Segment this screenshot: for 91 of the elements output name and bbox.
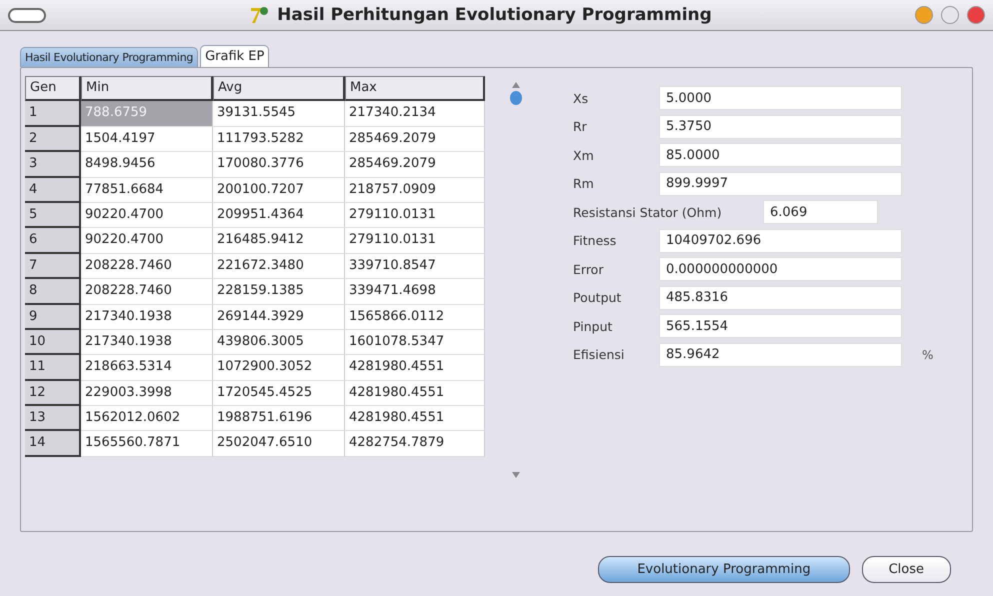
table-cell[interactable]: 77851.6684: [81, 178, 213, 203]
field-label: Rr: [573, 119, 588, 134]
minimize-button[interactable]: [915, 6, 933, 24]
value-field[interactable]: 565.1554: [659, 314, 902, 338]
table-cell[interactable]: 4281980.4551: [345, 406, 485, 432]
table-cell[interactable]: 111793.5282: [213, 126, 345, 152]
column-header[interactable]: Min: [81, 76, 213, 102]
row-header: 13: [25, 406, 81, 432]
unit-label: %: [922, 348, 934, 362]
app-icon: [249, 5, 270, 25]
table-cell[interactable]: 221672.3480: [213, 254, 345, 280]
toolbar-toggle-button[interactable]: [8, 8, 46, 22]
table-cell[interactable]: 1720545.4525: [213, 380, 345, 406]
field-label: Xm: [573, 148, 595, 162]
table-cell[interactable]: 170080.3776: [213, 152, 345, 178]
table-cell[interactable]: 1562012.0602: [81, 406, 213, 432]
table-cell[interactable]: 1988751.6196: [213, 406, 345, 432]
table-cell[interactable]: 339471.4698: [345, 279, 485, 305]
row-header: 4: [25, 178, 81, 203]
table-cell[interactable]: 279110.0131: [345, 202, 485, 228]
table-cell[interactable]: 4281980.4551: [345, 380, 485, 406]
table-cell[interactable]: 39131.5545: [213, 101, 345, 127]
table-cell[interactable]: 90220.4700: [81, 228, 213, 254]
table-cell[interactable]: 217340.1938: [81, 330, 213, 356]
value-field[interactable]: 85.9642: [659, 342, 902, 366]
table-cell[interactable]: 1072900.3052: [213, 355, 345, 381]
table-cell[interactable]: 4281980.4551: [345, 355, 485, 381]
column-header[interactable]: Gen: [25, 76, 81, 102]
field-label: Efisiensi: [573, 347, 626, 362]
row-header: 5: [25, 202, 81, 228]
column-header[interactable]: Avg: [213, 76, 345, 102]
table-cell[interactable]: 228159.1385: [213, 279, 345, 305]
table-cell[interactable]: 1601078.5347: [345, 330, 485, 356]
value-field[interactable]: 5.0000: [659, 86, 902, 110]
table-cell[interactable]: 216485.9412: [213, 228, 345, 254]
close-button[interactable]: Close: [862, 556, 951, 583]
table-cell[interactable]: 218663.5314: [81, 355, 213, 381]
table-cell[interactable]: 4282754.7879: [345, 431, 485, 457]
row-header: 9: [25, 304, 81, 330]
tab[interactable]: Grafik EP: [200, 45, 270, 67]
row-header: 8: [25, 279, 81, 305]
field-label: Xs: [573, 90, 590, 106]
value-field[interactable]: 899.9997: [659, 172, 902, 196]
table-cell[interactable]: 279110.0131: [345, 228, 485, 254]
field-label: Poutput: [573, 290, 622, 305]
row-header: 1: [25, 101, 81, 127]
field-label: Fitness: [573, 233, 618, 248]
value-field[interactable]: 85.0000: [659, 143, 902, 167]
tab[interactable]: Hasil Evolutionary Programming: [20, 47, 198, 67]
field-label: Error: [573, 262, 604, 276]
table-cell[interactable]: 218757.0909: [345, 178, 485, 203]
table-cell[interactable]: 229003.3998: [81, 380, 213, 406]
table-cell[interactable]: 90220.4700: [81, 202, 213, 228]
field-label: Pinput: [573, 318, 614, 334]
table-cell[interactable]: 2502047.6510: [213, 431, 345, 457]
table-cell[interactable]: 285469.2079: [345, 152, 485, 178]
table-cell[interactable]: 1565866.0112: [345, 304, 485, 330]
table-cell[interactable]: 339710.8547: [345, 254, 485, 280]
row-header: 14: [25, 431, 81, 457]
row-header: 11: [25, 355, 81, 381]
table-cell[interactable]: 1565560.7871: [81, 431, 213, 457]
value-field[interactable]: 0.000000000000: [659, 257, 902, 281]
field-label: Rm: [573, 176, 595, 191]
table-cell[interactable]: 217340.2134: [345, 101, 485, 127]
value-field[interactable]: 6.069: [763, 200, 878, 224]
vertical-scrollbar[interactable]: [509, 80, 523, 480]
column-header[interactable]: Max: [345, 76, 485, 102]
row-header: 7: [25, 254, 81, 280]
row-header: 10: [25, 330, 81, 356]
row-header: 6: [25, 228, 81, 254]
row-header: 3: [25, 152, 81, 178]
table-cell[interactable]: 8498.9456: [81, 152, 213, 178]
row-header: 2: [25, 126, 81, 152]
value-field[interactable]: 10409702.696: [659, 228, 902, 252]
table-cell[interactable]: 217340.1938: [81, 304, 213, 330]
table-cell[interactable]: 200100.7207: [213, 178, 345, 203]
table-cell[interactable]: 208228.7460: [81, 254, 213, 280]
table-cell[interactable]: 285469.2079: [345, 126, 485, 152]
window-title: Hasil Perhitungan Evolutionary Programming: [277, 5, 712, 25]
table-cell[interactable]: 439806.3005: [213, 330, 345, 356]
value-field[interactable]: 5.3750: [659, 114, 902, 138]
row-header: 12: [25, 380, 81, 406]
table-cell[interactable]: 209951.4364: [213, 202, 345, 228]
table-cell[interactable]: 1504.4197: [81, 126, 213, 152]
value-field[interactable]: 485.8316: [659, 286, 902, 310]
run-button[interactable]: Evolutionary Programming: [598, 556, 850, 583]
zoom-button[interactable]: [941, 6, 959, 24]
close-window-button[interactable]: [967, 6, 985, 24]
table-cell[interactable]: 208228.7460: [81, 279, 213, 305]
field-label: Resistansi Stator (Ohm): [573, 204, 723, 220]
table-cell[interactable]: 269144.3929: [213, 304, 345, 330]
